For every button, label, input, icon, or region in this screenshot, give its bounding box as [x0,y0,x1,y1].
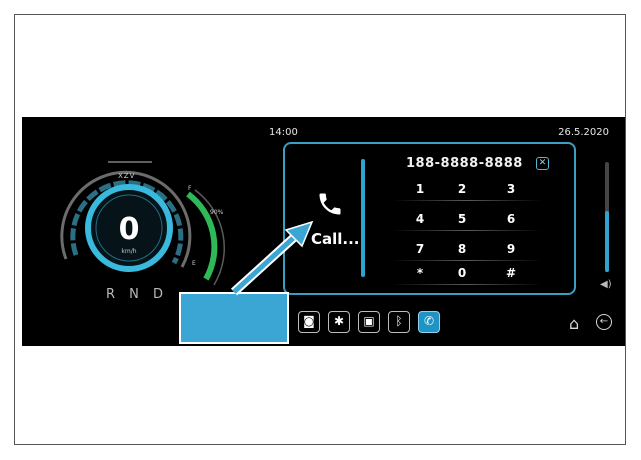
infotainment-screen: 14:00 26.5.2020 XZV 0 km/h R N D F 90% E… [22,117,625,346]
key-row-divider [392,230,542,231]
call-divider [361,159,365,277]
camera-icon[interactable]: ◙ [298,311,320,333]
volume-level [605,211,609,272]
apps-icon[interactable]: ▣ [358,311,380,333]
brand-label: XZV [118,172,136,180]
key-2[interactable]: 2 [445,179,479,199]
speaker-icon: ◀) [600,279,612,290]
fuel-full-label: F [188,185,192,192]
key-8[interactable]: 8 [445,239,479,259]
speed-unit: km/h [121,248,137,255]
key-star[interactable]: * [403,263,437,283]
key-row-divider [392,260,542,261]
clock: 14:00 [269,127,298,138]
key-hash[interactable]: # [494,263,528,283]
settings-icon[interactable]: ✱ [328,311,350,333]
speed-value: 0 [118,212,140,247]
key-0[interactable]: 0 [445,263,479,283]
phone-icon[interactable]: ✆ [418,311,440,333]
phone-handset-icon [319,193,341,215]
dialed-number: 188-8888-8888 [406,156,523,171]
key-5[interactable]: 5 [445,209,479,229]
key-7[interactable]: 7 [403,239,437,259]
home-icon[interactable]: ⌂ [569,314,579,333]
date: 26.5.2020 [558,127,609,138]
back-icon[interactable]: ← [596,314,612,330]
key-4[interactable]: 4 [403,209,437,229]
callout-label-box [179,292,289,344]
temp-label: 90% [210,209,224,216]
key-6[interactable]: 6 [494,209,528,229]
bluetooth-icon[interactable]: ᛒ [388,311,410,333]
key-9[interactable]: 9 [494,239,528,259]
gear-selector: R N D [106,287,169,302]
key-row-divider [392,200,542,201]
key-1[interactable]: 1 [403,179,437,199]
key-row-divider [392,284,542,285]
fuel-empty-label: E [192,260,196,267]
key-3[interactable]: 3 [494,179,528,199]
call-status: Call... [311,230,360,248]
clear-button[interactable]: ✕ [536,157,549,170]
